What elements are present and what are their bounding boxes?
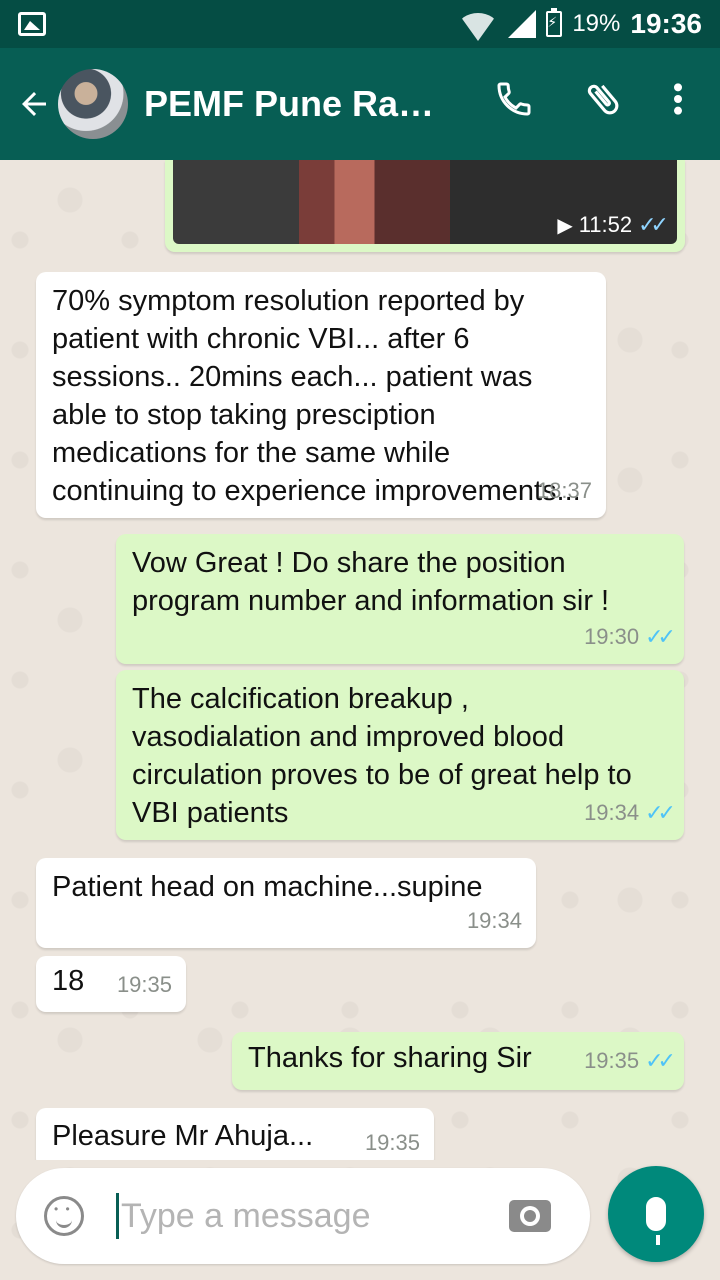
mic-icon [646, 1197, 666, 1245]
camera-icon[interactable] [509, 1200, 551, 1232]
phone-icon[interactable] [494, 79, 534, 129]
back-arrow-icon[interactable] [4, 86, 64, 122]
outgoing-message[interactable]: The calcification breakup , vasodialatio… [116, 670, 684, 840]
image-message[interactable]: ▶ 11:52 ✓✓ [165, 160, 685, 252]
message-time: 19:35 [116, 972, 172, 997]
incoming-message[interactable]: Pleasure Mr Ahuja... 19:35 [36, 1108, 434, 1160]
incoming-message[interactable]: 18 19:35 [36, 956, 186, 1012]
outgoing-message[interactable]: Vow Great ! Do share the position progra… [116, 534, 684, 664]
wifi-icon [458, 13, 499, 41]
message-text: Vow Great ! Do share the position progra… [132, 547, 610, 617]
incoming-message[interactable]: 70% symptom resolution reported by patie… [36, 272, 606, 518]
composer-bar [0, 1160, 720, 1280]
text-cursor [116, 1193, 119, 1239]
message-input[interactable] [121, 1196, 501, 1236]
message-time: 18:37 [536, 478, 592, 503]
message-time: 19:34 [584, 800, 640, 825]
gallery-notification-icon [18, 12, 46, 36]
emoji-icon[interactable] [44, 1196, 84, 1236]
video-camera-icon: ▶ [557, 214, 573, 237]
message-list[interactable]: ▶ 11:52 ✓✓ 70% symptom resolution report… [0, 160, 720, 1160]
battery-charging-icon [546, 8, 563, 37]
read-ticks-icon: ✓✓ [645, 1048, 676, 1073]
message-time: 19:35 [364, 1130, 420, 1155]
chat-header: PEMF Pune Rahul Ahuja [0, 48, 720, 160]
incoming-message[interactable]: Patient head on machine...supine 19:34 [36, 858, 536, 948]
read-ticks-icon: ✓✓ [638, 212, 669, 237]
message-text: Patient head on machine...supine [52, 871, 483, 903]
contact-avatar[interactable] [58, 69, 128, 139]
message-composer[interactable] [16, 1168, 590, 1264]
message-time: 19:30 [584, 624, 640, 649]
photo-thumbnail[interactable]: ▶ 11:52 ✓✓ [173, 160, 677, 244]
status-bar: 19% 19:36 [0, 0, 720, 48]
read-ticks-icon: ✓✓ [645, 800, 676, 825]
clock: 19:36 [630, 8, 702, 39]
more-vert-icon[interactable] [672, 79, 684, 129]
message-time: 19:34 [466, 908, 522, 933]
mic-button[interactable] [608, 1166, 704, 1262]
signal-icon [508, 10, 537, 38]
contact-name[interactable]: PEMF Pune Rahul Ahuja [144, 83, 454, 125]
message-text: 70% symptom resolution reported by patie… [52, 285, 581, 507]
paperclip-icon[interactable] [582, 78, 624, 130]
outgoing-message[interactable]: Thanks for sharing Sir 19:35 ✓✓ [232, 1032, 684, 1090]
message-time: 19:35 [584, 1048, 640, 1073]
read-ticks-icon: ✓✓ [645, 624, 676, 649]
battery-percent: 19% [572, 10, 621, 37]
message-time: 11:52 [578, 212, 633, 237]
